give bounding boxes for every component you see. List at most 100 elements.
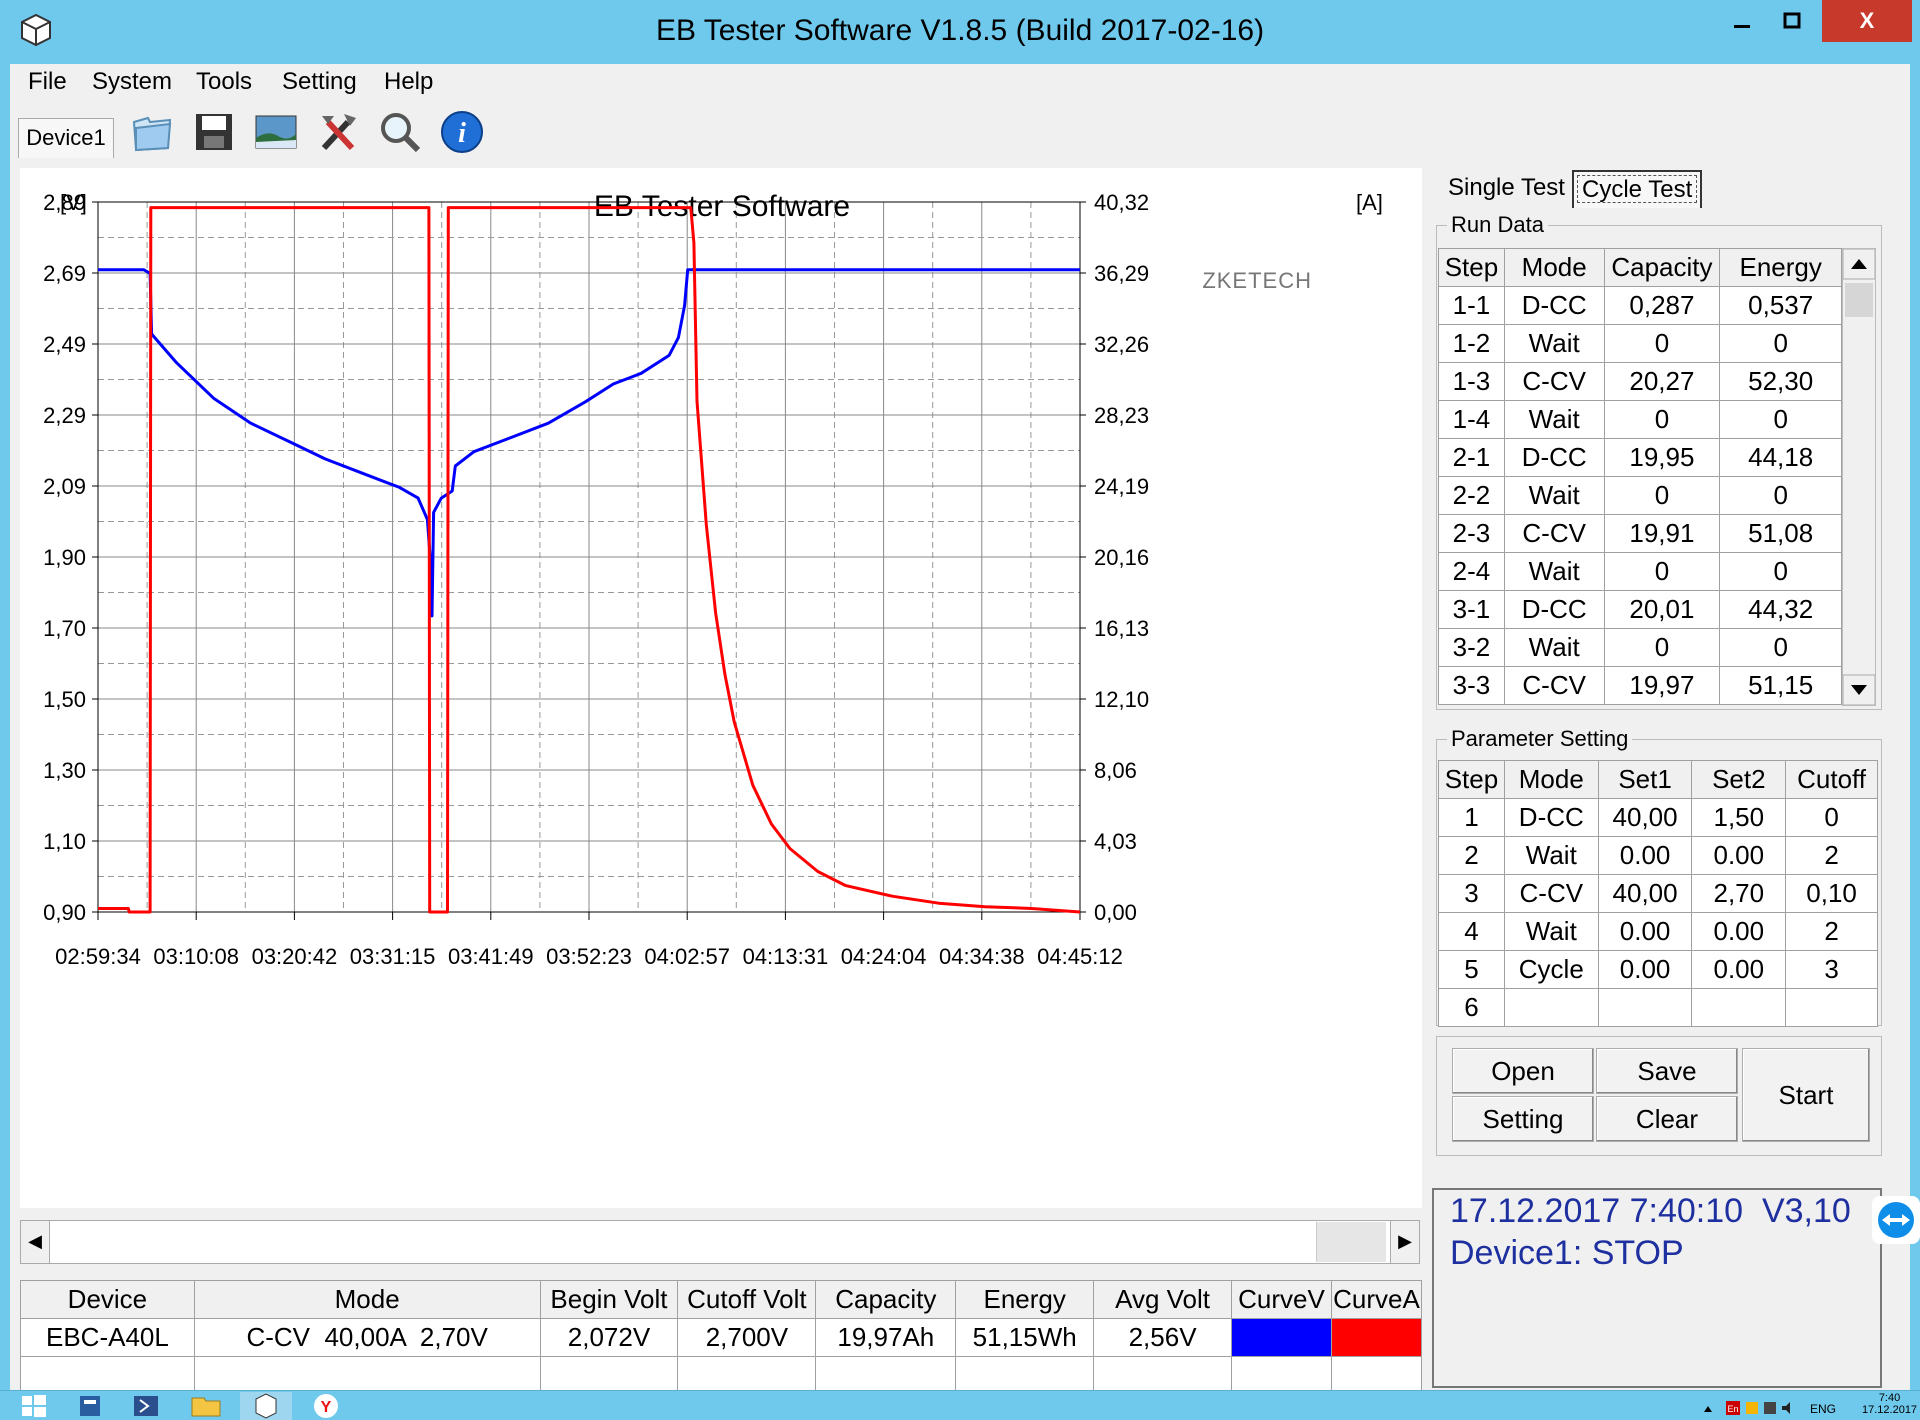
close-button[interactable]: X (1822, 0, 1912, 42)
param-cutoff[interactable]: 0,10 (1785, 874, 1878, 913)
run-data-row[interactable]: 2-2 Wait 0 0 (1438, 476, 1842, 515)
param-set2[interactable]: 0.00 (1691, 836, 1787, 875)
yandex-browser-icon[interactable]: Y (298, 1392, 354, 1420)
run-data-row[interactable]: 3-1 D-CC 20,01 44,32 (1438, 590, 1842, 629)
param-step[interactable]: 6 (1438, 988, 1505, 1027)
menu-system[interactable]: System (92, 68, 172, 96)
scroll-thumb[interactable] (1316, 1222, 1386, 1262)
param-row[interactable]: 2 Wait 0.00 0.00 2 (1438, 836, 1878, 875)
folder-icon[interactable] (128, 108, 176, 156)
run-data-row[interactable]: 1-4 Wait 0 0 (1438, 400, 1842, 439)
menu-setting[interactable]: Setting (282, 68, 357, 96)
col-begin-volt: Begin Volt (539, 1280, 679, 1319)
eb-tester-taskbar-icon[interactable] (238, 1392, 294, 1420)
x-tick-label: 04:02:57 (644, 944, 730, 969)
run-data-row[interactable]: 2-1 D-CC 19,95 44,18 (1438, 438, 1842, 477)
param-set1[interactable]: 40,00 (1597, 874, 1693, 913)
run-data-row[interactable]: 3-3 C-CV 19,97 51,15 (1438, 666, 1842, 705)
file-explorer-icon[interactable] (178, 1392, 234, 1420)
param-set1[interactable]: 0.00 (1597, 836, 1693, 875)
start-button[interactable]: Start (1742, 1048, 1870, 1142)
menu-file[interactable]: File (28, 68, 67, 96)
param-cutoff[interactable] (1785, 988, 1878, 1027)
y-tick-label: 1,70 (43, 616, 86, 641)
param-row[interactable]: 1 D-CC 40,00 1,50 0 (1438, 798, 1878, 837)
param-set2[interactable]: 0.00 (1691, 912, 1787, 951)
run-data-row[interactable]: 2-3 C-CV 19,91 51,08 (1438, 514, 1842, 553)
y2-tick-label: 0,00 (1094, 900, 1137, 925)
param-mode[interactable] (1503, 988, 1599, 1027)
param-set2[interactable]: 2,70 (1691, 874, 1787, 913)
tools-icon[interactable] (314, 108, 362, 156)
param-cutoff[interactable]: 3 (1785, 950, 1878, 989)
open-button[interactable]: Open (1452, 1048, 1594, 1094)
save-button[interactable]: Save (1596, 1048, 1738, 1094)
param-step[interactable]: 4 (1438, 912, 1505, 951)
system-tray-icons[interactable]: En (1700, 1398, 1800, 1418)
param-cutoff[interactable]: 2 (1785, 836, 1878, 875)
scroll-right-arrow-icon[interactable]: ▶ (1390, 1220, 1420, 1264)
tab-single-test[interactable]: Single Test (1440, 170, 1573, 208)
menu-help[interactable]: Help (384, 68, 433, 96)
setting-button[interactable]: Setting (1452, 1096, 1594, 1142)
param-mode[interactable]: Wait (1503, 836, 1599, 875)
run-mode: Wait (1503, 476, 1605, 515)
teamviewer-icon[interactable] (1872, 1196, 1920, 1244)
param-cutoff[interactable]: 0 (1785, 798, 1878, 837)
run-energy: 0,537 (1719, 286, 1842, 325)
image-icon[interactable] (252, 108, 300, 156)
param-step[interactable]: 5 (1438, 950, 1505, 989)
param-set1[interactable]: 0.00 (1597, 950, 1693, 989)
param-mode[interactable]: Wait (1503, 912, 1599, 951)
param-row[interactable]: 3 C-CV 40,00 2,70 0,10 (1438, 874, 1878, 913)
param-mode[interactable]: C-CV (1503, 874, 1599, 913)
save-icon[interactable] (190, 108, 238, 156)
param-set2[interactable] (1691, 988, 1787, 1027)
run-data-scrollbar[interactable] (1842, 248, 1876, 706)
param-row[interactable]: 6 (1438, 988, 1878, 1027)
scrollbar-arrows (1842, 248, 1876, 706)
param-step[interactable]: 3 (1438, 874, 1505, 913)
start-menu-icon[interactable] (6, 1392, 62, 1420)
param-set2[interactable]: 1,50 (1691, 798, 1787, 837)
run-step: 1-3 (1438, 362, 1505, 401)
run-data-row[interactable]: 3-2 Wait 0 0 (1438, 628, 1842, 667)
run-data-row[interactable]: 1-3 C-CV 20,27 52,30 (1438, 362, 1842, 401)
tray-clock[interactable]: 7:40 17.12.2017 (1862, 1392, 1917, 1416)
param-mode[interactable]: D-CC (1503, 798, 1599, 837)
param-row[interactable]: 5 Cycle 0.00 0.00 3 (1438, 950, 1878, 989)
begin-volt-value: 2,072V (539, 1318, 679, 1357)
curve-v-swatch[interactable] (1231, 1318, 1332, 1357)
tray-language[interactable]: ENG (1810, 1402, 1836, 1416)
curve-a-swatch[interactable] (1330, 1318, 1423, 1357)
param-set1[interactable] (1597, 988, 1693, 1027)
param-row[interactable]: 4 Wait 0.00 0.00 2 (1438, 912, 1878, 951)
chart-watermark: ZKETECH (1202, 268, 1312, 293)
run-energy: 0 (1719, 324, 1842, 363)
run-data-row[interactable]: 2-4 Wait 0 0 (1438, 552, 1842, 591)
chart-horizontal-scrollbar[interactable] (20, 1220, 1420, 1264)
param-set1[interactable]: 0.00 (1597, 912, 1693, 951)
powershell-icon[interactable] (118, 1392, 174, 1420)
device-tab[interactable]: Device1 (18, 118, 114, 158)
info-icon[interactable]: i (438, 108, 486, 156)
scroll-left-arrow-icon[interactable]: ◀ (20, 1220, 50, 1264)
run-energy: 44,32 (1719, 590, 1842, 629)
clear-button[interactable]: Clear (1596, 1096, 1738, 1142)
server-manager-icon[interactable] (62, 1392, 118, 1420)
run-mode: D-CC (1503, 286, 1605, 325)
param-cutoff[interactable]: 2 (1785, 912, 1878, 951)
tab-cycle-test[interactable]: Cycle Test (1572, 170, 1703, 208)
run-energy: 0 (1719, 628, 1842, 667)
param-set1[interactable]: 40,00 (1597, 798, 1693, 837)
summary-data-row[interactable]: EBC-A40L C-CV 40,00A 2,70V 2,072V 2,700V… (20, 1318, 1423, 1357)
param-set2[interactable]: 0.00 (1691, 950, 1787, 989)
run-data-row[interactable]: 1-1 D-CC 0,287 0,537 (1438, 286, 1842, 325)
search-icon[interactable] (376, 108, 424, 156)
maximize-button[interactable] (1763, 0, 1821, 42)
param-mode[interactable]: Cycle (1503, 950, 1599, 989)
run-data-row[interactable]: 1-2 Wait 0 0 (1438, 324, 1842, 363)
menu-tools[interactable]: Tools (196, 68, 252, 96)
param-step[interactable]: 1 (1438, 798, 1505, 837)
param-step[interactable]: 2 (1438, 836, 1505, 875)
